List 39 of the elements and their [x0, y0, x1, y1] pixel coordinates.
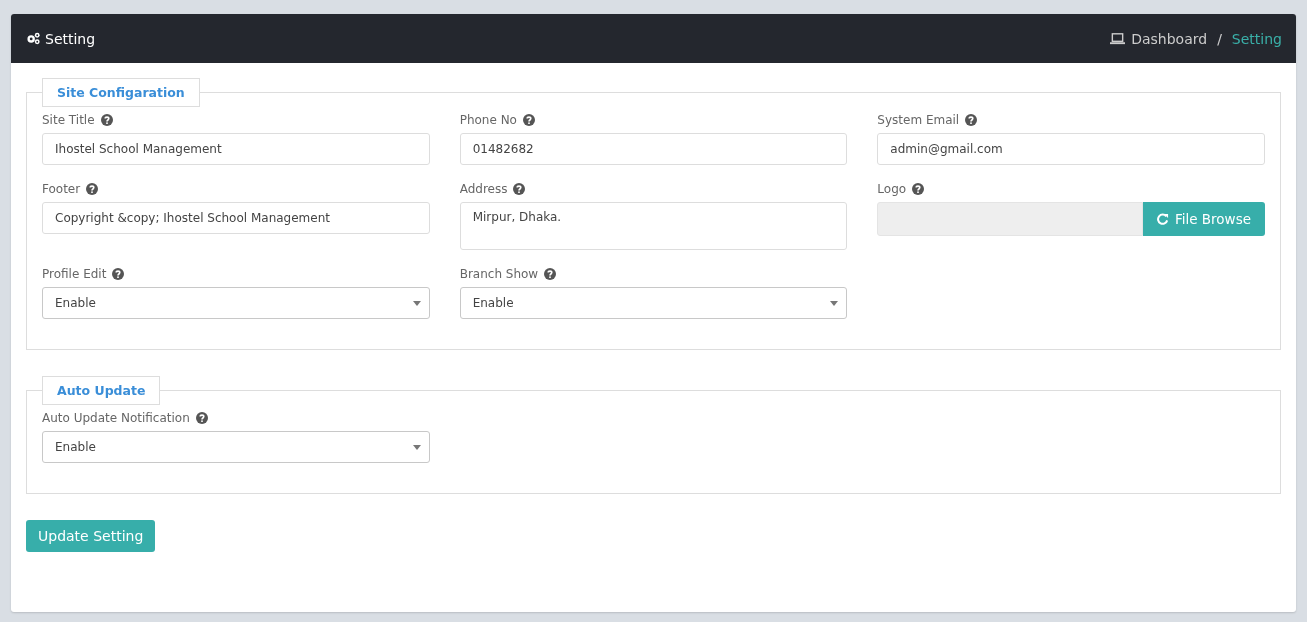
text-field[interactable]: admin@gmail.com [877, 133, 1265, 165]
caret-icon [412, 300, 421, 306]
text-field[interactable]: 01482682 [459, 133, 848, 165]
file-name-field[interactable] [877, 202, 1143, 236]
field-label: Footer [42, 182, 81, 196]
field-label: Auto Update Notification [42, 411, 190, 425]
help-icon [112, 268, 125, 280]
breadcrumb-link[interactable]: Setting [1231, 30, 1282, 47]
field-label: Phone No [459, 113, 517, 127]
page-title: Setting [45, 30, 96, 47]
section-title: Site Configaration [42, 78, 200, 107]
help-icon [100, 114, 113, 126]
breadcrumb-separator: / [1217, 30, 1222, 47]
help-icon [965, 114, 978, 126]
caret-icon [412, 444, 421, 450]
help-icon [912, 183, 925, 195]
laptop-icon [1110, 32, 1126, 45]
text-field[interactable]: Copyright &copy; Ihostel School Management [42, 202, 430, 234]
field-label: System Email [877, 113, 960, 127]
field-label: Branch Show [459, 267, 539, 281]
field-label: Logo [877, 182, 907, 196]
field-label: Profile Edit [42, 267, 107, 281]
help-icon [522, 114, 535, 126]
select-field[interactable]: Enable [42, 287, 430, 319]
refresh-icon [1156, 213, 1169, 225]
select-field[interactable]: Enable [42, 431, 430, 463]
help-icon [544, 268, 557, 280]
gears-icon [26, 32, 41, 45]
select-field[interactable]: Enable [459, 287, 848, 319]
caret-icon [830, 300, 839, 306]
breadcrumb-link[interactable]: Dashboard [1131, 30, 1208, 47]
field-label: Site Title [42, 113, 95, 127]
text-area[interactable]: Mirpur, Dhaka. [459, 202, 848, 250]
help-icon [86, 183, 99, 195]
help-icon [513, 183, 526, 195]
field-label: Address [459, 182, 508, 196]
help-icon [195, 412, 208, 424]
section-title: Auto Update [42, 376, 161, 405]
text-field[interactable]: Ihostel School Management [42, 133, 430, 165]
